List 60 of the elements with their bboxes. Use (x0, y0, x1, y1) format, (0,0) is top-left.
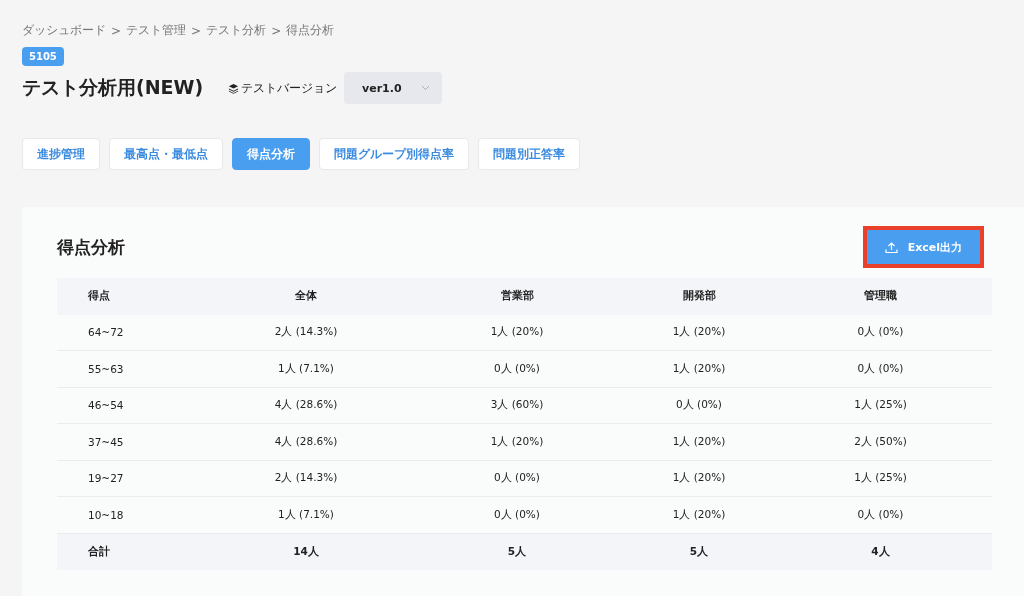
tab[interactable]: 問題別正答率 (478, 138, 580, 170)
chevron-down-icon (421, 85, 430, 91)
table-cell-text: 46~54 (87, 399, 125, 412)
table-cell-text: 55~63 (87, 362, 125, 375)
breadcrumb-separator: > (111, 23, 122, 38)
table-cell-text: 0人 (0%) (493, 507, 541, 522)
table-cell-text: 2人 (14.3%) (273, 471, 339, 486)
table-cell-text: 0人 (0%) (856, 507, 905, 522)
table-cell-text: 10~18 (87, 508, 125, 521)
table-cell-text: 4人 (28.6%) (273, 398, 339, 413)
tab[interactable]: 問題グループ別得点率 (319, 138, 469, 170)
tab[interactable]: 最高点・最低点 (109, 138, 223, 170)
section-title: 得点分析 (57, 235, 125, 259)
column-header: 開発部 (681, 289, 717, 304)
column-header: 営業部 (499, 289, 535, 304)
table-cell-text: 1人 (20%) (671, 507, 727, 522)
column-header: 全体 (294, 289, 318, 304)
table-cell-text: 1人 (20%) (671, 361, 727, 376)
breadcrumb-separator: > (191, 23, 202, 38)
table-cell-text: 0人 (0%) (856, 361, 905, 376)
breadcrumb-item[interactable]: テスト分析 (206, 22, 267, 39)
id-badge: 5105 (22, 47, 64, 66)
breadcrumb-separator: > (271, 23, 282, 38)
version-label: テストバージョン (241, 79, 337, 97)
column-header: 得点 (87, 289, 111, 304)
tab[interactable]: 得点分析 (232, 138, 310, 170)
table-cell-text: 2人 (50%) (853, 434, 908, 449)
total-cell-text: 4人 (870, 544, 891, 559)
table-cell-text: 37~45 (87, 435, 125, 448)
layers-icon (228, 82, 239, 94)
breadcrumb-item[interactable]: テスト管理 (126, 22, 187, 39)
page-title: テスト分析用(NEW) (22, 75, 205, 100)
tab[interactable]: 進捗管理 (22, 138, 100, 170)
total-cell-text: 5人 (506, 544, 528, 559)
table-cell-text: 3人 (60%) (489, 398, 545, 413)
upload-icon (884, 240, 898, 254)
table-cell-text: 0人 (0%) (493, 361, 541, 376)
table-cell-text: 1人 (25%) (853, 398, 908, 413)
total-cell-text: 合計 (87, 544, 111, 559)
version-select[interactable]: ver1.0 (344, 72, 442, 104)
table-cell-text: 64~72 (87, 326, 125, 339)
table-cell-text: 1人 (20%) (489, 434, 545, 449)
table-cell-text: 1人 (20%) (489, 325, 545, 340)
table-cell-text: 1人 (7.1%) (277, 361, 335, 376)
table-cell-text: 2人 (14.3%) (273, 325, 339, 340)
table-cell-text: 0人 (0%) (856, 325, 905, 340)
table-cell-text: 1人 (20%) (671, 325, 727, 340)
table-cell-text: 19~27 (87, 472, 125, 485)
table-cell-text: 4人 (28.6%) (273, 434, 339, 449)
table-cell-text: 1人 (20%) (671, 471, 727, 486)
table-cell-text: 0人 (0%) (493, 471, 541, 486)
table-cell-text: 1人 (20%) (671, 434, 727, 449)
breadcrumb-item[interactable]: ダッシュボード (22, 22, 106, 39)
table-cell-text: 0人 (0%) (675, 398, 723, 413)
total-cell-text: 5人 (688, 544, 710, 559)
table-cell-text: 1人 (25%) (853, 471, 908, 486)
column-header: 管理職 (863, 289, 898, 304)
total-cell-text: 14人 (292, 544, 320, 559)
breadcrumb-item: 得点分析 (286, 22, 335, 39)
table-cell-text: 1人 (7.1%) (277, 507, 335, 522)
